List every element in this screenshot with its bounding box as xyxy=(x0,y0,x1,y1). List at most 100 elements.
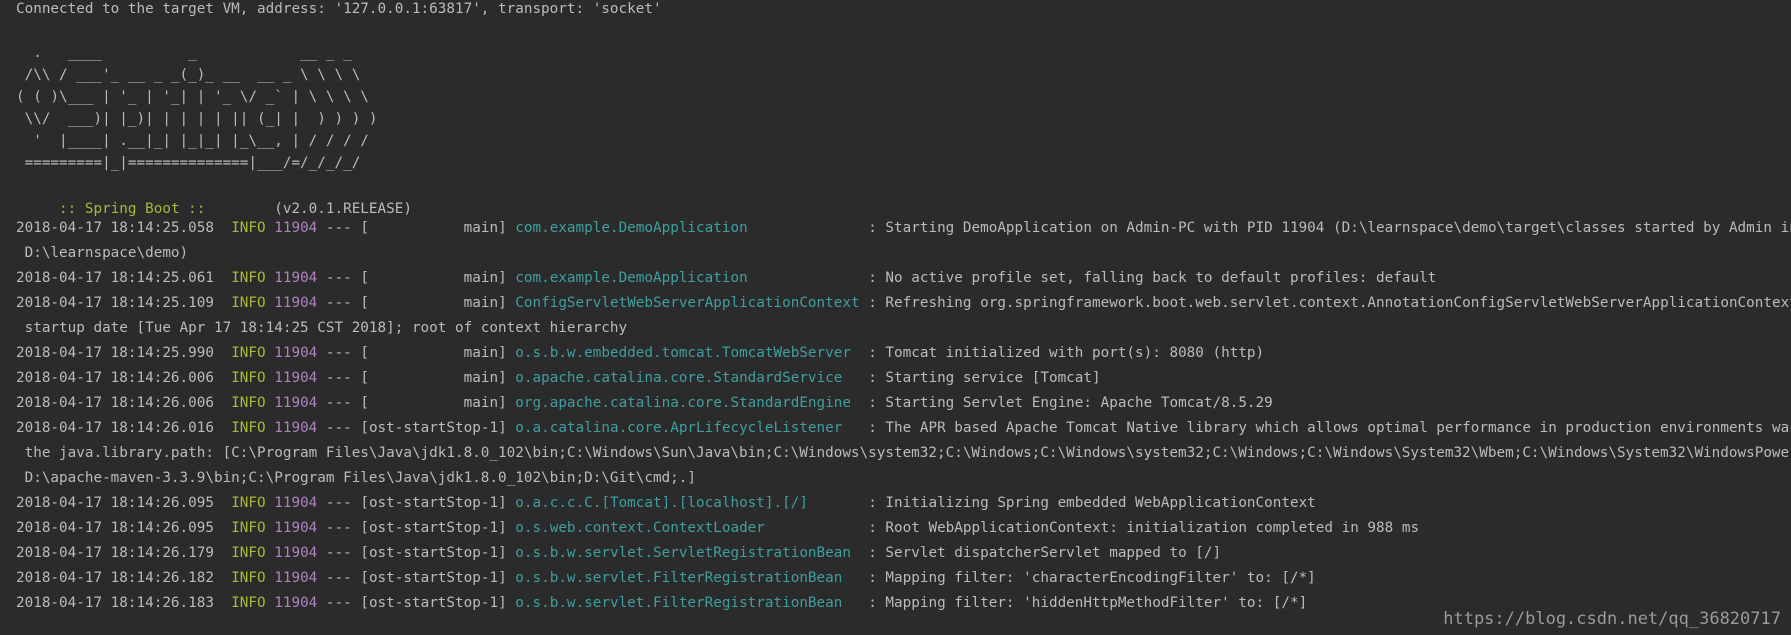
log-logger: ConfigServletWebServerApplicationContext xyxy=(515,295,860,311)
log-entry: 2018-04-17 18:14:26.095 INFO 11904 --- [… xyxy=(16,516,1419,541)
log-separator: --- xyxy=(325,395,352,411)
log-timestamp: 2018-04-17 18:14:25.061 xyxy=(16,270,214,286)
log-logger: o.s.b.w.servlet.ServletRegistrationBean xyxy=(515,545,860,561)
log-thread: [ main] xyxy=(360,395,507,411)
log-thread: [ost-startStop-1] xyxy=(360,520,507,536)
log-separator: --- xyxy=(325,420,352,436)
spring-boot-version-line: :: Spring Boot :: (v2.0.1.RELEASE) xyxy=(16,172,412,217)
log-thread: [ main] xyxy=(360,270,507,286)
log-level: INFO xyxy=(231,595,266,611)
log-pid: 11904 xyxy=(274,545,318,561)
log-thread: [ main] xyxy=(360,295,507,311)
log-continuation: startup date [Tue Apr 17 18:14:25 CST 20… xyxy=(16,320,628,336)
log-timestamp: 2018-04-17 18:14:26.182 xyxy=(16,570,214,586)
log-level: INFO xyxy=(231,495,266,511)
log-level: INFO xyxy=(231,220,266,236)
log-timestamp: 2018-04-17 18:14:26.006 xyxy=(16,395,214,411)
log-logger: com.example.DemoApplication xyxy=(515,270,860,286)
log-continuation: the java.library.path: [C:\Program Files… xyxy=(16,445,1791,461)
log-message: : Root WebApplicationContext: initializa… xyxy=(868,520,1420,536)
log-logger: o.s.b.w.servlet.FilterRegistrationBean xyxy=(515,570,860,586)
log-timestamp: 2018-04-17 18:14:25.058 xyxy=(16,220,214,236)
log-message: : Starting DemoApplication on Admin-PC w… xyxy=(868,220,1791,236)
log-separator: --- xyxy=(325,545,352,561)
log-level: INFO xyxy=(231,270,266,286)
connection-message: Connected to the target VM, address: '12… xyxy=(16,1,662,17)
log-message: : No active profile set, falling back to… xyxy=(868,270,1437,286)
log-level: INFO xyxy=(231,370,266,386)
log-level: INFO xyxy=(231,520,266,536)
log-logger: o.apache.catalina.core.StandardService xyxy=(515,370,860,386)
log-pid: 11904 xyxy=(274,220,318,236)
watermark: https://blog.csdn.net/qq_36820717 xyxy=(1443,609,1781,629)
log-timestamp: 2018-04-17 18:14:26.179 xyxy=(16,545,214,561)
log-message: : Tomcat initialized with port(s): 8080 … xyxy=(868,345,1265,361)
log-pid: 11904 xyxy=(274,495,318,511)
log-message: : The APR based Apache Tomcat Native lib… xyxy=(868,420,1791,436)
log-message: : Starting service [Tomcat] xyxy=(868,370,1101,386)
log-message: : Mapping filter: 'characterEncodingFilt… xyxy=(868,570,1316,586)
log-separator: --- xyxy=(325,370,352,386)
log-entry: 2018-04-17 18:14:26.006 INFO 11904 --- [… xyxy=(16,366,1101,391)
log-message: : Mapping filter: 'hiddenHttpMethodFilte… xyxy=(868,595,1308,611)
console-output[interactable]: Connected to the target VM, address: '12… xyxy=(0,0,1791,635)
log-separator: --- xyxy=(325,345,352,361)
log-entry: 2018-04-17 18:14:26.095 INFO 11904 --- [… xyxy=(16,491,1316,516)
log-timestamp: 2018-04-17 18:14:26.095 xyxy=(16,520,214,536)
log-timestamp: 2018-04-17 18:14:25.109 xyxy=(16,295,214,311)
log-message: : Starting Servlet Engine: Apache Tomcat… xyxy=(868,395,1273,411)
log-level: INFO xyxy=(231,395,266,411)
spring-boot-version: (v2.0.1.RELEASE) xyxy=(213,201,412,217)
log-separator: --- xyxy=(325,520,352,536)
log-thread: [ main] xyxy=(360,220,507,236)
log-timestamp: 2018-04-17 18:14:25.990 xyxy=(16,345,214,361)
log-timestamp: 2018-04-17 18:14:26.183 xyxy=(16,595,214,611)
log-pid: 11904 xyxy=(274,520,318,536)
log-entry: 2018-04-17 18:14:25.061 INFO 11904 --- [… xyxy=(16,266,1436,291)
log-pid: 11904 xyxy=(274,370,318,386)
log-pid: 11904 xyxy=(274,570,318,586)
log-logger: o.a.catalina.core.AprLifecycleListener xyxy=(515,420,860,436)
log-thread: [ main] xyxy=(360,370,507,386)
log-pid: 11904 xyxy=(274,295,318,311)
log-pid: 11904 xyxy=(274,395,318,411)
log-logger: com.example.DemoApplication xyxy=(515,220,860,236)
log-separator: --- xyxy=(325,270,352,286)
log-separator: --- xyxy=(325,595,352,611)
spring-boot-label: :: Spring Boot :: xyxy=(50,201,214,217)
log-thread: [ost-startStop-1] xyxy=(360,595,507,611)
log-timestamp: 2018-04-17 18:14:26.006 xyxy=(16,370,214,386)
log-level: INFO xyxy=(231,345,266,361)
log-entry: 2018-04-17 18:14:26.179 INFO 11904 --- [… xyxy=(16,541,1221,566)
log-entry: 2018-04-17 18:14:25.109 INFO 11904 --- [… xyxy=(16,291,1791,316)
log-thread: [ost-startStop-1] xyxy=(360,570,507,586)
log-message: : Initializing Spring embedded WebApplic… xyxy=(868,495,1316,511)
log-entry: 2018-04-17 18:14:25.990 INFO 11904 --- [… xyxy=(16,341,1264,366)
log-separator: --- xyxy=(325,295,352,311)
log-entry: 2018-04-17 18:14:26.016 INFO 11904 --- [… xyxy=(16,416,1791,441)
log-pid: 11904 xyxy=(274,270,318,286)
log-thread: [ost-startStop-1] xyxy=(360,495,507,511)
log-level: INFO xyxy=(231,295,266,311)
log-separator: --- xyxy=(325,570,352,586)
log-logger: o.s.b.w.embedded.tomcat.TomcatWebServer xyxy=(515,345,860,361)
log-timestamp: 2018-04-17 18:14:26.095 xyxy=(16,495,214,511)
log-entry: 2018-04-17 18:14:26.006 INFO 11904 --- [… xyxy=(16,391,1273,416)
log-timestamp: 2018-04-17 18:14:26.016 xyxy=(16,420,214,436)
log-separator: --- xyxy=(325,495,352,511)
log-entry: 2018-04-17 18:14:26.182 INFO 11904 --- [… xyxy=(16,566,1316,591)
log-thread: [ main] xyxy=(360,345,507,361)
log-pid: 11904 xyxy=(274,420,318,436)
log-message: : Servlet dispatcherServlet mapped to [/… xyxy=(868,545,1222,561)
log-level: INFO xyxy=(231,420,266,436)
log-level: INFO xyxy=(231,570,266,586)
log-logger: o.s.b.w.servlet.FilterRegistrationBean xyxy=(515,595,860,611)
log-thread: [ost-startStop-1] xyxy=(360,545,507,561)
log-entry: 2018-04-17 18:14:25.058 INFO 11904 --- [… xyxy=(16,216,1791,241)
log-continuation: D:\learnspace\demo) xyxy=(16,245,189,261)
log-logger: o.a.c.c.C.[Tomcat].[localhost].[/] xyxy=(515,495,860,511)
log-level: INFO xyxy=(231,545,266,561)
log-thread: [ost-startStop-1] xyxy=(360,420,507,436)
log-pid: 11904 xyxy=(274,345,318,361)
log-continuation: D:\apache-maven-3.3.9\bin;C:\Program Fil… xyxy=(16,470,696,486)
